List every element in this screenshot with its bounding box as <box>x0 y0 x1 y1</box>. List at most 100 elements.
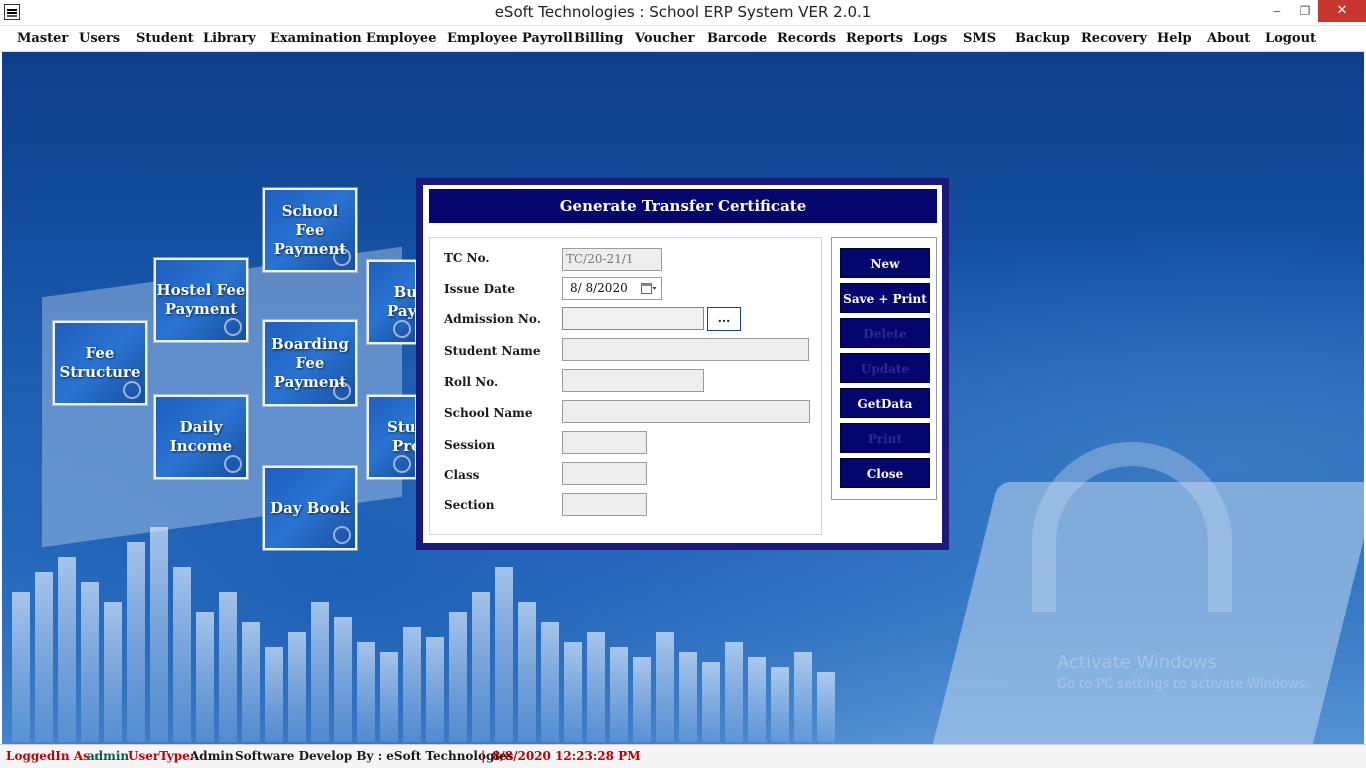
getdata-button[interactable]: GetData <box>840 388 930 418</box>
menu-library[interactable]: Library <box>203 31 256 46</box>
background-bar <box>334 617 352 742</box>
status-separator: | <box>481 749 486 763</box>
menu-employee-payroll[interactable]: Employee Payroll <box>447 31 573 46</box>
menu-barcode[interactable]: Barcode <box>707 31 767 46</box>
background-bar <box>35 572 53 742</box>
activate-windows-watermark: Activate Windows Go to PC settings to ac… <box>1057 652 1309 692</box>
developer-credit: Software Develop By : eSoft Technologies <box>235 749 514 763</box>
background-bar <box>472 592 490 742</box>
menu-about[interactable]: About <box>1207 31 1250 46</box>
session-field[interactable] <box>562 431 647 454</box>
title-bar: eSoft Technologies : School ERP System V… <box>0 0 1366 26</box>
tile-daily-income[interactable]: Daily Income <box>153 394 249 480</box>
form-panel: TC No. TC/20-21/1 Issue Date 8/ 8/2020 A… <box>429 237 822 535</box>
menu-logs[interactable]: Logs <box>913 31 947 46</box>
tile-boarding-fee-payment[interactable]: Boarding Fee Payment <box>262 319 358 407</box>
menu-billing[interactable]: Billing <box>574 31 623 46</box>
dialog-title: Generate Transfer Certificate <box>429 189 937 223</box>
background-bar <box>449 612 467 742</box>
calendar-dropdown-icon[interactable] <box>641 282 657 295</box>
background-bar <box>564 642 582 742</box>
background-bar <box>104 602 122 742</box>
menu-backup[interactable]: Backup <box>1015 31 1070 46</box>
tc-no-label: TC No. <box>444 251 490 265</box>
issue-date-label: Issue Date <box>444 282 516 296</box>
background-bar <box>656 632 674 742</box>
tile-student-profile[interactable]: Stud Pro <box>366 394 418 480</box>
background-bar <box>426 637 444 742</box>
tile-bus-payment[interactable]: Bus Paym <box>366 259 418 345</box>
menu-bar: Master Users Student Library Examination… <box>0 26 1366 52</box>
section-field[interactable] <box>562 493 647 516</box>
menu-recovery[interactable]: Recovery <box>1081 31 1147 46</box>
school-name-label: School Name <box>444 406 533 420</box>
menu-users[interactable]: Users <box>79 31 120 46</box>
logged-in-user: admin <box>87 749 130 763</box>
update-button[interactable]: Update <box>840 353 930 383</box>
tile-hostel-fee-payment[interactable]: Hostel Fee Payment <box>153 257 249 343</box>
background-bar <box>771 667 789 742</box>
background-bar <box>702 662 720 742</box>
session-label: Session <box>444 438 496 452</box>
background-bar <box>219 592 237 742</box>
class-field[interactable] <box>562 462 647 485</box>
background-bar <box>633 657 651 742</box>
admission-no-label: Admission No. <box>444 312 541 326</box>
menu-logout[interactable]: Logout <box>1265 31 1316 46</box>
tile-day-book[interactable]: Day Book <box>262 465 358 551</box>
menu-student[interactable]: Student <box>136 31 194 46</box>
new-button[interactable]: New <box>840 248 930 278</box>
usertype-label: UserType: <box>128 749 195 763</box>
status-bar: LoggedIn As : admin UserType: Admin Soft… <box>0 744 1366 768</box>
roll-no-label: Roll No. <box>444 375 499 389</box>
print-button[interactable]: Print <box>840 423 930 453</box>
save-print-button[interactable]: Save + Print <box>840 283 930 313</box>
menu-reports[interactable]: Reports <box>846 31 903 46</box>
background-bar <box>610 647 628 742</box>
background-bar <box>242 622 260 742</box>
transfer-certificate-dialog: Generate Transfer Certificate TC No. TC/… <box>416 178 949 550</box>
close-button[interactable]: Close <box>840 458 930 488</box>
section-label: Section <box>444 498 495 512</box>
status-datetime: 8/8/2020 12:23:28 PM <box>492 749 641 763</box>
background-bar <box>380 652 398 742</box>
menu-voucher[interactable]: Voucher <box>635 31 695 46</box>
admission-lookup-button[interactable]: ... <box>707 307 741 331</box>
watermark-subtitle: Go to PC settings to activate Windows. <box>1057 677 1310 692</box>
background-bar <box>265 647 283 742</box>
menu-records[interactable]: Records <box>777 31 836 46</box>
background-bar <box>495 567 513 742</box>
school-name-field[interactable] <box>562 400 810 423</box>
admission-no-field[interactable] <box>562 307 704 330</box>
background-bar <box>748 657 766 742</box>
watermark-title: Activate Windows <box>1057 652 1217 673</box>
tc-no-field: TC/20-21/1 <box>562 248 662 271</box>
background-bar <box>725 642 743 742</box>
background-bar <box>587 632 605 742</box>
menu-help[interactable]: Help <box>1157 31 1192 46</box>
menu-sms[interactable]: SMS <box>963 31 996 46</box>
tile-fee-structure[interactable]: Fee Structure <box>52 320 148 406</box>
restore-button[interactable]: ❐ <box>1290 0 1320 22</box>
menu-examination[interactable]: Examination <box>270 31 362 46</box>
tile-school-fee-payment[interactable]: School Fee Payment <box>262 187 358 273</box>
usertype-value: Admin <box>190 749 234 763</box>
background-bar <box>173 567 191 742</box>
roll-no-field[interactable] <box>562 369 704 392</box>
delete-button[interactable]: Delete <box>840 318 930 348</box>
lock-body-graphic <box>925 482 1364 744</box>
menu-master[interactable]: Master <box>17 31 68 46</box>
issue-date-picker[interactable]: 8/ 8/2020 <box>562 277 662 300</box>
minimize-button[interactable]: ‒ <box>1262 0 1292 22</box>
background-bar <box>679 652 697 742</box>
background-bar <box>541 622 559 742</box>
background-bar <box>403 627 421 742</box>
menu-employee[interactable]: Employee <box>366 31 436 46</box>
background-bar <box>518 602 536 742</box>
student-name-label: Student Name <box>444 344 541 358</box>
background-bar <box>357 642 375 742</box>
background-bar <box>196 612 214 742</box>
student-name-field[interactable] <box>562 338 809 361</box>
close-window-button[interactable]: ✕ <box>1318 0 1366 22</box>
class-label: Class <box>444 468 480 482</box>
